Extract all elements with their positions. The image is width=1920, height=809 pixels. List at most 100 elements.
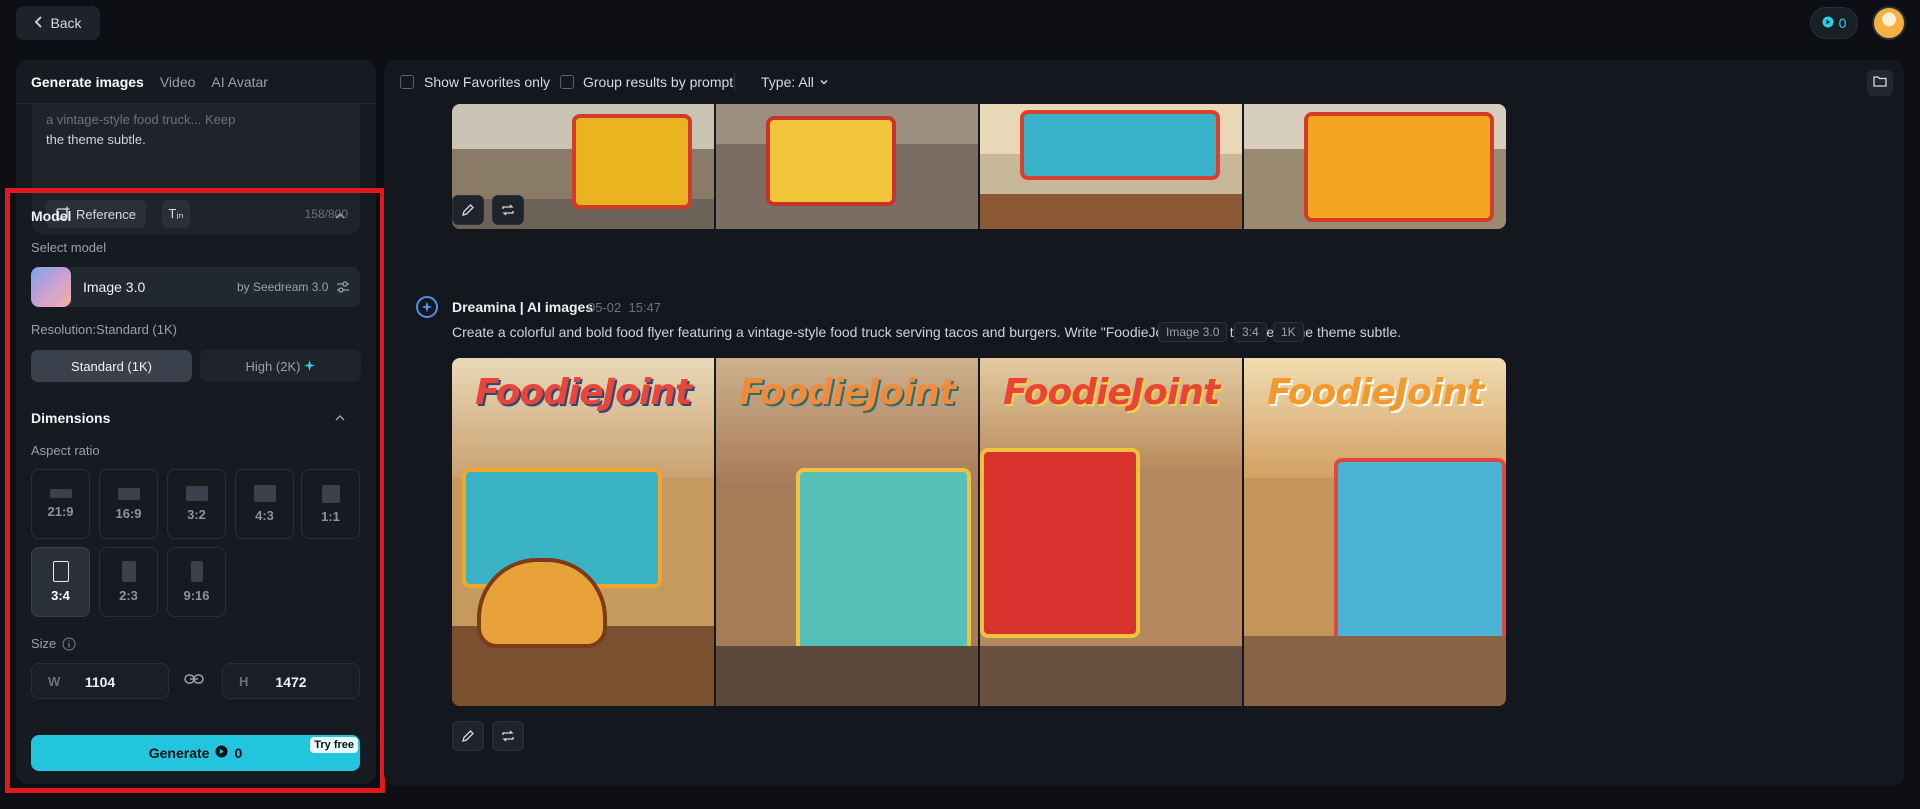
repeat-icon	[502, 204, 514, 216]
folder-button[interactable]	[1867, 70, 1893, 96]
aspect-label: 16:9	[115, 505, 142, 521]
model-selector[interactable]: Image 3.0 by Seedream 3.0	[31, 267, 360, 307]
tab-generate-images[interactable]: Generate images	[31, 74, 144, 90]
results-panel: Show Favorites only Group results by pro…	[384, 60, 1904, 786]
resolution-standard-button[interactable]: Standard (1K)	[31, 350, 192, 382]
text-style-button[interactable]: Tᵢₙ	[162, 200, 190, 228]
aspect-shape	[185, 486, 208, 501]
result-image[interactable]: FoodieJoint	[1244, 358, 1506, 706]
result-image[interactable]	[1244, 104, 1506, 229]
dreamina-logo-icon	[416, 296, 438, 318]
select-model-label: Select model	[31, 240, 107, 255]
aspect-3-4-button[interactable]: 3:4	[31, 547, 90, 617]
aspect-label: 21:9	[47, 504, 74, 519]
favorites-checkbox[interactable]	[400, 75, 414, 89]
tab-video[interactable]: Video	[160, 74, 196, 90]
toolbar-divider	[734, 73, 735, 91]
aspect-shape	[253, 485, 276, 502]
pencil-icon	[462, 730, 474, 742]
reference-label: Reference	[76, 206, 136, 222]
prompt-box[interactable]: a vintage-style food truck... Keep the t…	[32, 104, 360, 234]
folder-icon	[1873, 74, 1887, 92]
credits-badge[interactable]: 0	[1810, 7, 1858, 39]
dimensions-section-title: Dimensions	[31, 410, 111, 426]
author-name: Dreamina | AI images	[452, 299, 594, 315]
height-value: 1472	[275, 674, 307, 690]
generate-button[interactable]: Generate 0 Try free	[31, 735, 360, 771]
previous-image-row	[452, 104, 1506, 229]
aspect-shape	[190, 561, 203, 582]
generate-label: Generate	[148, 745, 210, 761]
sparkle-icon	[304, 359, 316, 374]
results-toolbar: Show Favorites only Group results by pro…	[384, 60, 1904, 104]
flyer-logo-text: FoodieJoint	[738, 372, 956, 413]
aspect-3-2-button[interactable]: 3:2	[167, 469, 226, 539]
resolution-high-button[interactable]: High (2K)	[200, 350, 361, 382]
avatar[interactable]	[1872, 6, 1906, 40]
prompt-text[interactable]: a vintage-style food truck... Keep the t…	[46, 110, 336, 150]
aspect-shape	[321, 484, 340, 503]
aspect-1-1-button[interactable]: 1:1	[301, 469, 360, 539]
aspect-4-3-button[interactable]: 4:3	[235, 469, 294, 539]
credits-count: 0	[1838, 15, 1847, 31]
latest-image-row: FoodieJoint FoodieJoint FoodieJoint Food…	[452, 358, 1506, 706]
aspect-label: 3:4	[51, 588, 70, 603]
aspect-shape	[117, 487, 140, 500]
result-image[interactable]	[980, 104, 1242, 229]
result-image[interactable]	[716, 104, 978, 229]
aspect-label: 9:16	[183, 588, 210, 603]
favorites-label[interactable]: Show Favorites only	[424, 74, 550, 90]
back-label: Back	[50, 15, 82, 31]
aspect-label: 4:3	[255, 508, 274, 523]
result-image[interactable]: FoodieJoint	[980, 358, 1242, 706]
height-field[interactable]: H 1472	[222, 663, 360, 699]
repeat-icon	[502, 730, 514, 742]
aspect-shape	[49, 489, 72, 498]
aspect-label: 2:3	[119, 588, 138, 603]
tag-ratio: 3:4	[1234, 322, 1267, 342]
back-button[interactable]: Back	[16, 6, 100, 40]
chevron-up-icon[interactable]	[334, 210, 346, 222]
try-free-badge: Try free	[310, 737, 358, 753]
width-field[interactable]: W 1104	[31, 663, 169, 699]
edit-button[interactable]	[452, 195, 484, 225]
aspect-9-16-button[interactable]: 9:16	[167, 547, 226, 617]
type-filter-dropdown[interactable]: Type: All	[761, 74, 829, 90]
standard-label: Standard (1K)	[71, 358, 152, 374]
regenerate-button[interactable]	[492, 721, 524, 751]
aspect-shape	[121, 561, 136, 582]
info-icon[interactable]	[62, 637, 76, 656]
resolution-label: Resolution:Standard (1K)	[31, 322, 177, 337]
model-provider: by Seedream 3.0	[237, 280, 329, 294]
aspect-label: 3:2	[187, 507, 206, 522]
edit-button[interactable]	[452, 721, 484, 751]
aspect-21-9-button[interactable]: 21:9	[31, 469, 90, 539]
credit-coin-icon	[1822, 15, 1834, 31]
tag-resolution: 1K	[1273, 322, 1304, 342]
aspect-ratio-label: Aspect ratio	[31, 443, 100, 458]
tab-ai-avatar[interactable]: AI Avatar	[211, 74, 268, 90]
regenerate-button[interactable]	[492, 195, 524, 225]
aspect-label: 1:1	[321, 508, 340, 524]
flyer-logo-text: FoodieJoint	[1266, 372, 1484, 413]
width-value: 1104	[84, 674, 116, 690]
group-checkbox[interactable]	[560, 75, 574, 89]
result-image[interactable]: FoodieJoint	[452, 358, 714, 706]
size-label: Size	[31, 636, 57, 651]
model-thumbnail	[31, 267, 71, 307]
prompt-faded-text: a vintage-style food truck... Keep	[46, 112, 236, 127]
result-image[interactable]: FoodieJoint	[716, 358, 978, 706]
chevron-up-icon[interactable]	[334, 412, 346, 424]
aspect-16-9-button[interactable]: 16:9	[99, 469, 158, 539]
credit-coin-icon	[215, 745, 228, 761]
link-icon[interactable]	[184, 672, 204, 691]
aspect-2-3-button[interactable]: 2:3	[99, 547, 158, 617]
generate-cost: 0	[234, 745, 243, 761]
model-name: Image 3.0	[83, 279, 146, 295]
settings-sliders-icon[interactable]	[335, 279, 351, 300]
type-filter-label: Type: All	[761, 74, 814, 90]
chevron-down-icon	[819, 74, 829, 90]
entry-timestamp: 05-02 15:47	[588, 300, 662, 315]
high-label: High (2K)	[245, 358, 301, 374]
group-label[interactable]: Group results by prompt	[583, 74, 733, 90]
